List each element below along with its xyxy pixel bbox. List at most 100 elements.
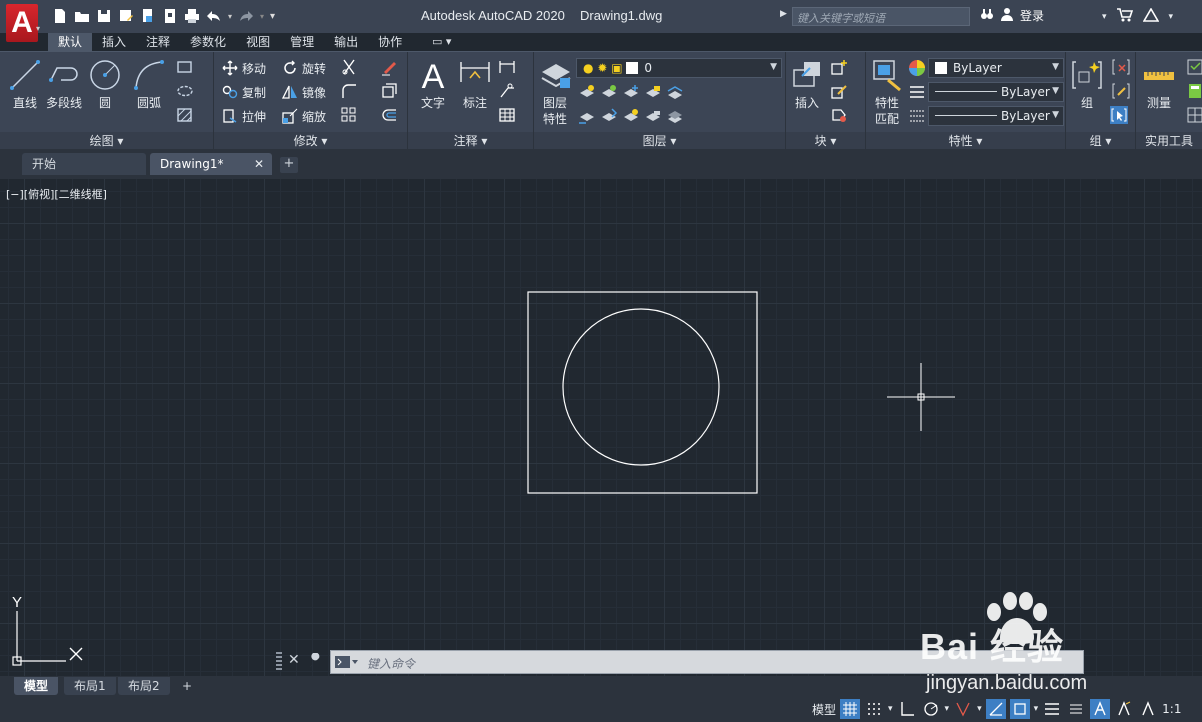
layer-walk-icon[interactable] bbox=[666, 107, 684, 125]
redo-dropdown-icon[interactable]: ▾ bbox=[260, 12, 264, 21]
layout-tab-model[interactable]: 模型 bbox=[14, 677, 59, 695]
ribbon-tab-manage[interactable]: 管理 bbox=[280, 33, 324, 51]
group-tool[interactable]: 组 bbox=[1070, 58, 1104, 111]
properties-panel-title[interactable]: 特性 ▾ bbox=[866, 132, 1065, 150]
help-icon[interactable]: ▾ bbox=[1169, 12, 1174, 22]
grid-icon[interactable] bbox=[840, 699, 861, 719]
binoculars-icon[interactable] bbox=[980, 7, 994, 24]
linetype-dropdown[interactable]: ByLayer ▼ bbox=[928, 82, 1064, 102]
move-tool[interactable]: 移动 bbox=[222, 58, 266, 78]
block-panel-title[interactable]: 块 ▾ bbox=[786, 132, 865, 150]
customize-icon[interactable] bbox=[1066, 699, 1086, 719]
open-file-icon[interactable] bbox=[74, 8, 90, 24]
layer-match-icon[interactable] bbox=[578, 107, 596, 125]
ellipse-icon[interactable] bbox=[176, 82, 194, 100]
drawn-rectangle[interactable] bbox=[527, 291, 758, 494]
add-layout-button[interactable]: + bbox=[172, 677, 202, 695]
layer-unlock-icon[interactable] bbox=[644, 107, 662, 125]
rectangle-icon[interactable] bbox=[176, 58, 194, 76]
cart-icon[interactable] bbox=[1116, 8, 1133, 25]
command-prompt-icon[interactable] bbox=[335, 656, 359, 671]
layer-freeze-icon[interactable] bbox=[622, 83, 640, 101]
group-select-icon[interactable] bbox=[1110, 106, 1128, 124]
arc-tool[interactable]: 圆弧 bbox=[132, 58, 166, 111]
calculator-icon[interactable] bbox=[1186, 82, 1202, 100]
layers-panel-title[interactable]: 图层 ▾ bbox=[534, 132, 785, 150]
polar-icon[interactable] bbox=[921, 699, 941, 719]
utilities-panel-title[interactable]: 实用工具 bbox=[1136, 132, 1202, 150]
osnap-dropdown-icon[interactable]: ▾ bbox=[1034, 704, 1039, 714]
ribbon-tab-annotate[interactable]: 注释 bbox=[136, 33, 180, 51]
draw-panel-title[interactable]: 绘图 ▾ bbox=[0, 132, 213, 150]
ribbon-tab-parametric[interactable]: 参数化 bbox=[180, 33, 236, 51]
create-block-icon[interactable] bbox=[830, 58, 848, 76]
linetype-icon[interactable] bbox=[908, 83, 926, 101]
save-as-icon[interactable] bbox=[118, 8, 134, 24]
object-snap-icon[interactable] bbox=[1009, 699, 1030, 719]
isodraft-icon[interactable] bbox=[953, 699, 973, 719]
new-tab-button[interactable]: + bbox=[280, 157, 298, 173]
erase-icon[interactable] bbox=[380, 58, 398, 76]
search-expand-icon[interactable]: ▶ bbox=[780, 9, 787, 19]
snap-dropdown-icon[interactable]: ▾ bbox=[888, 704, 893, 714]
ribbon-minimize-icon[interactable]: ▭ ▾ bbox=[432, 35, 451, 48]
save-icon[interactable] bbox=[96, 8, 112, 24]
login-label[interactable]: 登录 bbox=[1020, 7, 1044, 24]
group-panel-title[interactable]: 组 ▾ bbox=[1066, 132, 1135, 150]
annotation-scale-value[interactable]: 1:1 bbox=[1162, 702, 1181, 716]
fillet-icon[interactable] bbox=[340, 82, 358, 100]
modify-panel-title[interactable]: 修改 ▾ bbox=[214, 132, 407, 150]
viewport-controls[interactable]: [−][俯视][二维线框] bbox=[6, 186, 107, 202]
layer-isolate-icon[interactable] bbox=[600, 83, 618, 101]
rotate-tool[interactable]: 旋转 bbox=[282, 58, 326, 78]
annotation-visibility-icon[interactable] bbox=[1090, 699, 1111, 719]
ribbon-tab-collaborate[interactable]: 协作 bbox=[368, 33, 412, 51]
layer-off-icon[interactable] bbox=[578, 83, 596, 101]
object-snap-tracking-icon[interactable] bbox=[985, 699, 1006, 719]
match-properties-tool[interactable]: 特性 匹配 bbox=[870, 58, 904, 127]
user-icon[interactable] bbox=[1000, 7, 1014, 24]
trim-icon[interactable] bbox=[340, 58, 358, 76]
point-style-icon[interactable] bbox=[1186, 106, 1202, 124]
linear-dim-icon[interactable] bbox=[498, 58, 516, 76]
array-icon[interactable] bbox=[340, 106, 358, 124]
scale-tool[interactable]: 缩放 bbox=[282, 106, 326, 126]
file-tab-drawing1[interactable]: Drawing1* ✕ bbox=[150, 153, 272, 175]
a360-icon[interactable] bbox=[1142, 7, 1159, 25]
measure-tool[interactable]: 测量 bbox=[1142, 58, 1176, 111]
layer-lock-icon[interactable] bbox=[644, 83, 662, 101]
ortho-icon[interactable] bbox=[897, 699, 917, 719]
layer-merge-icon[interactable] bbox=[666, 83, 684, 101]
line-tool[interactable]: 直线 bbox=[8, 58, 42, 111]
layer-thaw-icon[interactable] bbox=[622, 107, 640, 125]
ribbon-tab-home[interactable]: 默认 bbox=[48, 33, 93, 51]
dimension-tool[interactable]: 标注 bbox=[458, 58, 492, 111]
ribbon-tab-view[interactable]: 视图 bbox=[236, 33, 280, 51]
customize-qat-icon[interactable]: ▾ bbox=[270, 11, 275, 22]
group-edit-icon[interactable] bbox=[1112, 82, 1130, 100]
layer-dropdown[interactable]: ● ✹ ▣ 0 ▼ bbox=[576, 58, 782, 78]
layer-properties-tool[interactable]: 图层 特性 bbox=[538, 58, 572, 127]
polyline-tool[interactable]: 多段线 bbox=[46, 58, 82, 111]
mirror-tool[interactable]: 镜像 bbox=[282, 82, 326, 102]
ribbon-tab-insert[interactable]: 插入 bbox=[92, 33, 136, 51]
model-space-toggle[interactable]: 模型 bbox=[812, 701, 836, 718]
color-dropdown[interactable]: ByLayer ▼ bbox=[928, 58, 1064, 78]
file-tab-start[interactable]: 开始 bbox=[22, 153, 146, 175]
hatch-icon[interactable] bbox=[176, 106, 194, 124]
ribbon-tab-output[interactable]: 输出 bbox=[324, 33, 368, 51]
annotation-panel-title[interactable]: 注释 ▾ bbox=[408, 132, 533, 150]
explode-icon[interactable] bbox=[380, 82, 398, 100]
copy-tool[interactable]: 复制 bbox=[222, 82, 266, 102]
layout-tab-layout1[interactable]: 布局1 bbox=[64, 677, 116, 695]
app-menu-caret-icon[interactable]: ▾ bbox=[36, 24, 40, 33]
layer-previous-icon[interactable] bbox=[600, 107, 618, 125]
annotation-scale-icon[interactable] bbox=[1138, 699, 1158, 719]
undo-icon[interactable] bbox=[206, 8, 222, 24]
open-web-icon[interactable] bbox=[140, 8, 156, 24]
plot-icon[interactable] bbox=[184, 8, 200, 24]
block-attribute-icon[interactable] bbox=[830, 106, 848, 124]
lineweight-icon[interactable] bbox=[908, 107, 926, 125]
auto-scale-icon[interactable] bbox=[1114, 699, 1134, 719]
table-icon[interactable] bbox=[498, 106, 516, 124]
